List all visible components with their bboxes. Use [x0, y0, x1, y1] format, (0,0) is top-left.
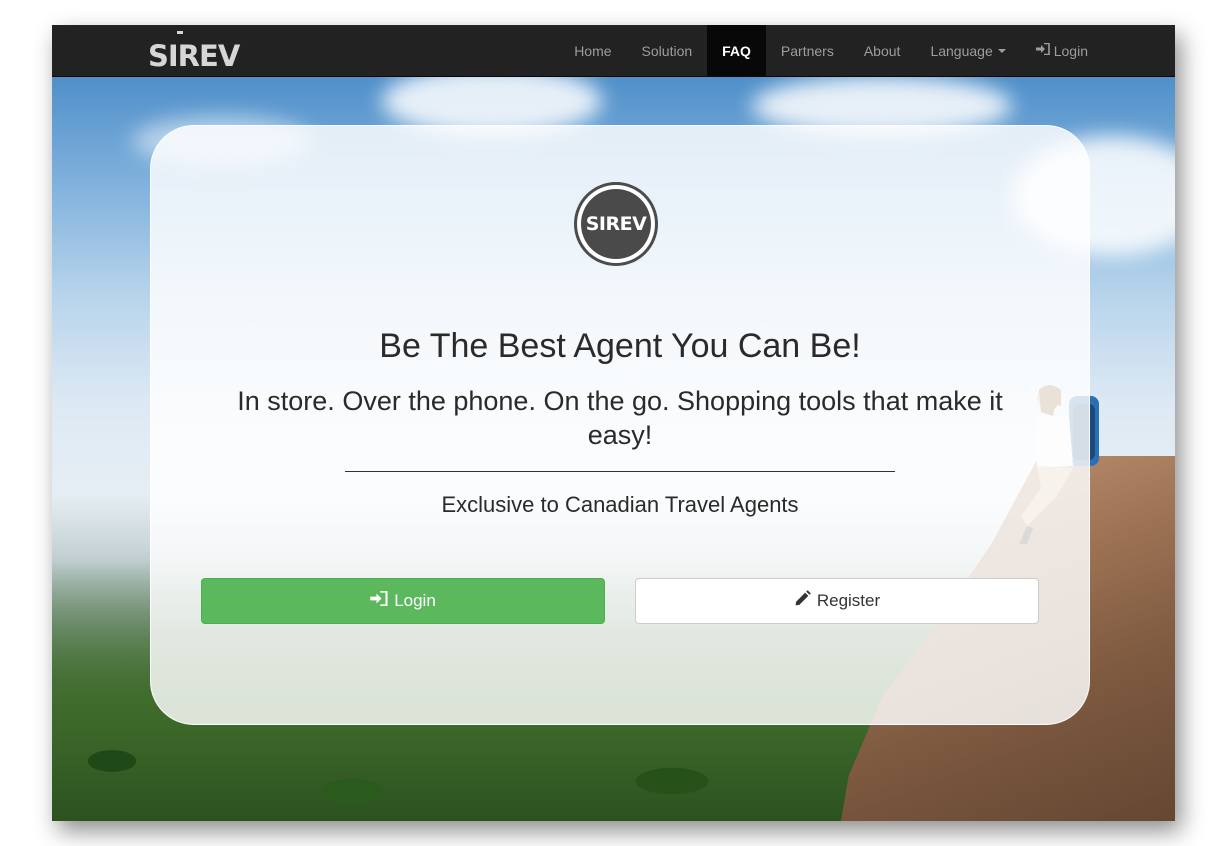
nav-item-solution[interactable]: Solution: [627, 25, 708, 76]
pencil-icon: [794, 590, 811, 612]
brand-logo[interactable]: SIREV: [148, 31, 240, 73]
nav-item-about[interactable]: About: [849, 25, 916, 76]
nav-menu: Home Solution FAQ Partners About Languag…: [559, 25, 1103, 76]
nav-item-login[interactable]: Login: [1021, 25, 1103, 76]
browser-viewport: SIREV Home Solution FAQ Partners About L…: [52, 25, 1175, 821]
hero-subheadline: In store. Over the phone. On the go. Sho…: [237, 386, 1003, 450]
top-navbar: SIREV Home Solution FAQ Partners About L…: [52, 25, 1175, 77]
hero-panel: SIREV Be The Best Agent You Can Be! In s…: [150, 125, 1090, 725]
sirev-logo: SIREV: [574, 182, 658, 266]
hero-headline: Be The Best Agent You Can Be!: [379, 327, 861, 365]
nav-item-home[interactable]: Home: [559, 25, 626, 76]
nav-item-faq[interactable]: FAQ: [707, 25, 766, 76]
sign-in-icon: [1035, 42, 1050, 58]
caret-down-icon: [997, 48, 1006, 53]
register-button[interactable]: Register: [635, 578, 1039, 624]
nav-item-partners[interactable]: Partners: [766, 25, 849, 76]
login-button[interactable]: Login: [201, 578, 605, 624]
divider: [345, 471, 895, 472]
sign-in-icon: [370, 590, 388, 611]
hero-tagline: Exclusive to Canadian Travel Agents: [441, 492, 799, 517]
nav-item-language[interactable]: Language: [915, 25, 1020, 76]
